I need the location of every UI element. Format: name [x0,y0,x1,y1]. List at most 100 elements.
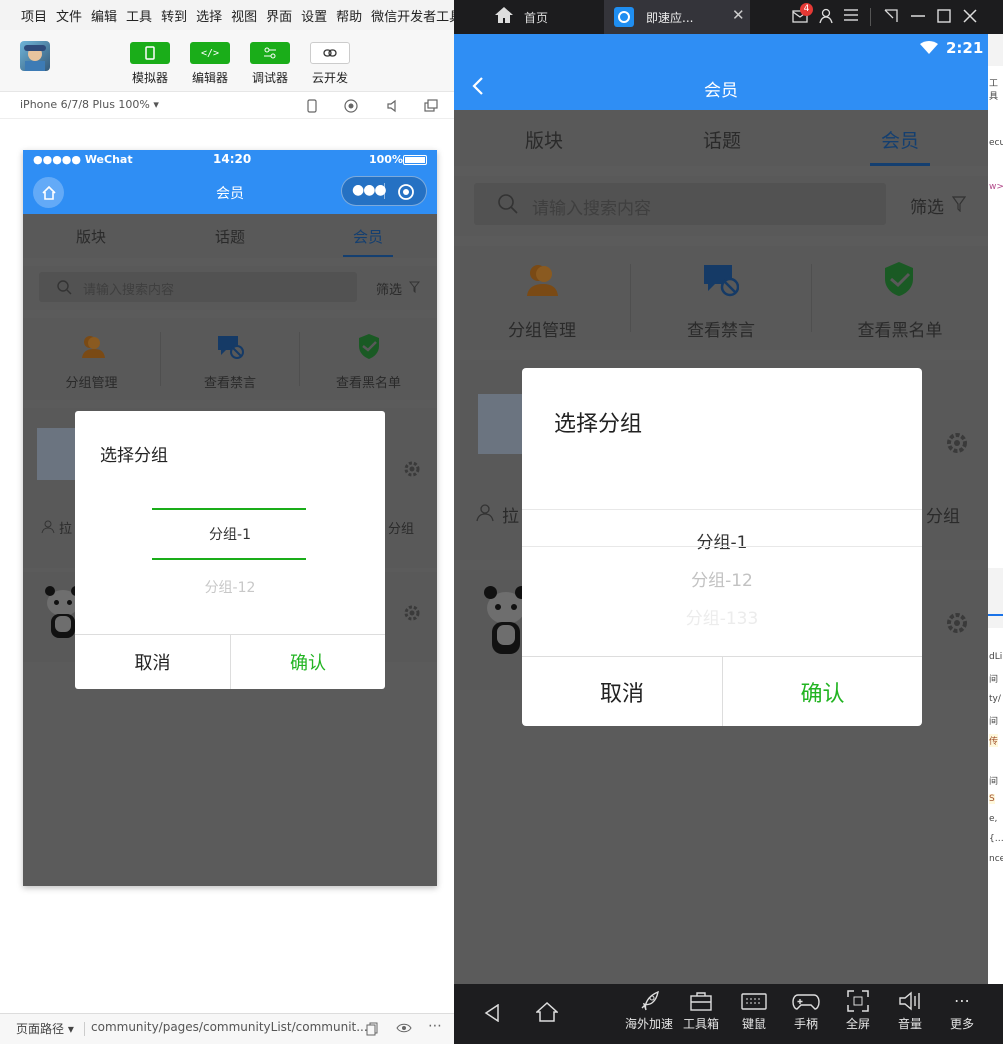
fullscreen-button[interactable]: 全屏 [830,990,886,1032]
device-select[interactable]: iPhone 6/7/8 Plus 100% ▾ [20,98,159,111]
picker-option-selected[interactable]: 分组-1 [75,524,385,544]
tab-bar: 版块 话题 会员 [23,214,437,258]
picker-option[interactable]: 分组-12 [75,577,385,597]
simulator-toggle-button[interactable] [130,42,170,64]
picker-option-selected[interactable]: 分组-1 [522,528,922,553]
tab-app[interactable]: 即速应... ✕ [604,0,750,34]
emu-search-input[interactable]: 请输入搜索内容 [474,183,886,225]
menu-item[interactable]: 工具 [126,6,152,25]
confirm-button[interactable]: 确认 [231,635,385,689]
gear-icon[interactable] [946,432,968,454]
toolbar-label: 海外加速 [624,1017,673,1031]
editor-toggle-button[interactable]: </> [190,42,230,64]
record-icon[interactable] [344,99,358,113]
close-miniprogram-icon[interactable] [397,183,415,201]
overseas-accel-button[interactable]: 海外加速 [621,990,677,1032]
emu-search-placeholder: 请输入搜索内容 [532,199,651,219]
shield-icon [359,334,379,359]
menu-item[interactable]: 转到 [161,6,187,25]
picker-line-bottom [522,546,922,547]
view-mute-button[interactable]: 查看禁言 [161,318,299,400]
gear-icon[interactable] [403,604,421,622]
search-icon [498,194,518,214]
menu-item[interactable]: 界面 [266,6,292,25]
tab-block[interactable]: 版块 [61,226,121,247]
menu-item[interactable]: 文件 [56,6,82,25]
filter-icon [409,281,420,293]
more-icon[interactable]: ●●● [352,182,387,198]
emu-group-manage-button[interactable]: 分组管理 [454,246,630,350]
emulator-screen: 2:21 会员 版块 话题 会员 请输入搜索内容 筛选 分组管理 查看禁言 查看… [454,34,988,984]
confirm-button[interactable]: 确认 [723,657,922,726]
group-picker-dialog: 选择分组 分组-1 分组-12 取消 确认 [75,411,385,689]
device-bar: iPhone 6/7/8 Plus 100% ▾ [0,93,454,119]
keymouse-button[interactable]: 键鼠 [726,990,782,1032]
picker-option[interactable]: 分组-133 [522,604,922,629]
fullscreen-icon [847,990,869,1012]
more-button[interactable]: ⋯ 更多 [934,990,990,1032]
emu-view-blacklist-button[interactable]: 查看黑名单 [812,246,988,350]
volume-button[interactable]: 音量 [882,990,938,1032]
eye-icon[interactable] [396,1023,412,1033]
maximize-icon[interactable] [937,9,951,23]
search-row: 请输入搜索内容 筛选 [23,266,437,310]
notification-badge: 4 [800,3,813,16]
cancel-button[interactable]: 取消 [75,635,230,689]
minimize-icon[interactable] [911,15,925,17]
edge-text: 间 [989,675,999,685]
close-tab-icon[interactable]: ✕ [732,6,745,24]
emu-filter-button[interactable]: 筛选 [910,193,944,218]
tab-home[interactable]: 首页 [524,9,548,26]
tab-member[interactable]: 会员 [338,226,398,247]
popout-icon[interactable] [424,99,438,113]
shrink-icon[interactable] [884,9,898,23]
menu-item[interactable]: 设置 [301,6,327,25]
edge-text: 传 [989,734,999,747]
search-input[interactable]: 请输入搜索内容 [39,272,357,302]
gear-icon[interactable] [403,460,421,478]
gear-icon[interactable] [946,612,968,634]
filter-button[interactable]: 筛选 [376,279,402,298]
menu-item[interactable]: 视图 [231,6,257,25]
menu-item[interactable]: 选择 [196,6,222,25]
more-icon[interactable]: ⋯ [428,1018,442,1034]
back-nav-icon[interactable] [484,1004,500,1022]
emu-view-mute-button[interactable]: 查看禁言 [631,246,811,350]
action-label: 分组管理 [508,321,576,341]
cancel-button[interactable]: 取消 [522,657,722,726]
user-icon[interactable] [818,8,834,24]
action-row: 分组管理 查看禁言 查看黑名单 [23,318,437,400]
emu-tab-member[interactable]: 会员 [860,126,940,153]
user-icon [41,520,55,534]
background-window-edge: 工具 ecu w> dLi 间 ty/ 间 传 间 S e, {… nce [988,34,1003,984]
tab-topic[interactable]: 话题 [200,226,260,247]
group-manage-button[interactable]: 分组管理 [23,318,160,400]
debugger-toggle-button[interactable] [250,42,290,64]
mute-chat-icon [218,336,244,359]
battery-text: 100% [369,153,403,166]
menu-icon[interactable] [844,9,858,21]
gamepad-button[interactable]: 手柄 [778,990,834,1032]
avatar[interactable] [20,41,50,71]
home-nav-icon[interactable] [536,1002,558,1022]
cloud-dev-button[interactable] [310,42,350,64]
emu-tab-block[interactable]: 版块 [504,126,584,153]
menu-item[interactable]: 编辑 [91,6,117,25]
menu-item[interactable]: 帮助 [336,6,362,25]
volume-icon[interactable] [386,99,400,113]
close-icon[interactable] [963,9,977,23]
copy-icon[interactable] [366,1022,378,1036]
emu-tab-topic[interactable]: 话题 [682,126,762,153]
picker-option[interactable]: 分组-12 [522,566,922,591]
edge-text: nce [989,854,1003,864]
link-icon [323,49,337,57]
menu-item[interactable]: 微信开发者工具 [371,6,454,25]
phone-rotate-icon[interactable] [306,99,318,113]
home-icon[interactable] [494,6,514,24]
simulator-screen: ●●●●● WeChat 14:20 100% 会员 ●●● 版块 话题 会员 [23,150,437,886]
page-path-label[interactable]: 页面路径 ▾ [16,1020,74,1037]
view-blacklist-button[interactable]: 查看黑名单 [300,318,437,400]
toolbox-button[interactable]: 工具箱 [673,990,729,1032]
edge-text: ty/ [989,694,1001,704]
menu-item[interactable]: 项目 [21,6,47,25]
